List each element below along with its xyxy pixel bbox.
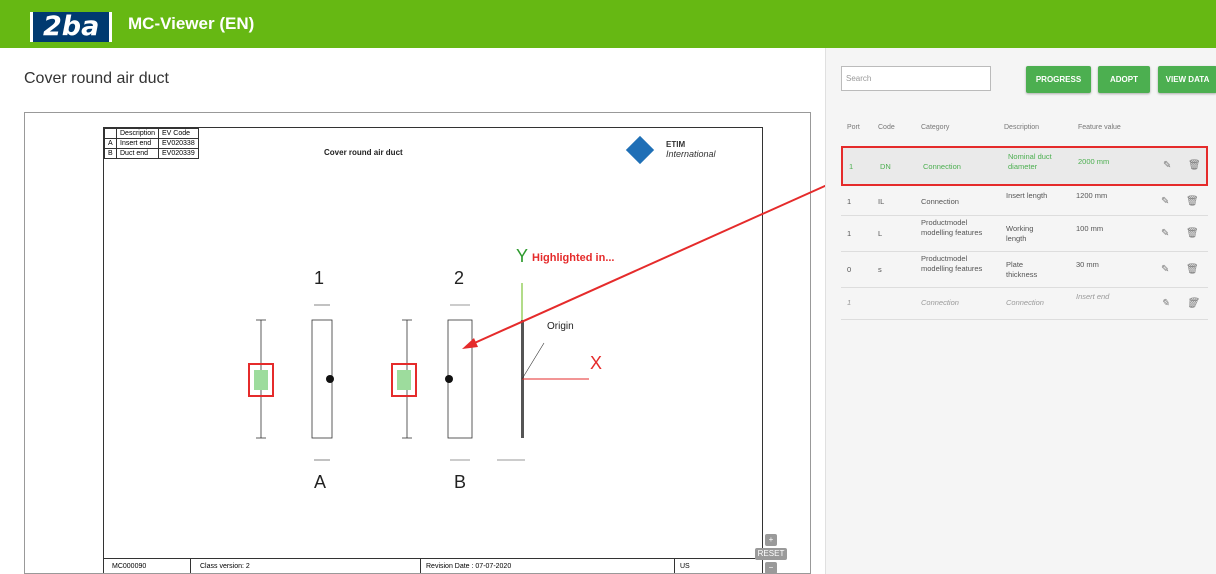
drawing-viewer[interactable]: Description EV Code A Insert end EV02033… [24, 112, 811, 574]
axis-x-label: X [590, 353, 603, 373]
cell-value: Insert end [1076, 292, 1110, 301]
cell-port: 0 [847, 265, 852, 274]
delete-icon[interactable]: 🗑 [1188, 160, 1201, 171]
app-title: MC-Viewer (EN) [128, 14, 255, 33]
cell-category: Connection [921, 197, 959, 206]
table-row[interactable]: 1 L Productmodel modelling features Work… [841, 216, 1208, 252]
footer-class-version: Class version: 2 [200, 563, 250, 570]
part-label-a: A [314, 472, 327, 492]
cell-port: 1 [849, 162, 854, 171]
table-row[interactable]: 1 IL Connection Insert length 1200 mm ✎ … [841, 188, 1208, 216]
delete-icon[interactable]: 🗑 [1186, 228, 1199, 239]
adopt-button[interactable]: ADOPT [1098, 66, 1150, 93]
cell-code: DN [880, 162, 891, 171]
brand-logo[interactable]: 2ba [30, 12, 113, 42]
col-feature-value[interactable]: Feature value [1078, 124, 1121, 131]
footer-code: MC000090 [112, 563, 147, 570]
table-row[interactable]: 0 s Productmodel modelling features Plat… [841, 252, 1208, 288]
cell-description: Nominal duct diameter [1008, 152, 1052, 171]
axis-y-label: Y [516, 246, 529, 266]
col-category[interactable]: Category [921, 124, 949, 131]
cell-port: 1 [847, 229, 852, 238]
delete-icon[interactable]: 🗑 [1186, 298, 1199, 309]
view-label-1: 1 [314, 268, 325, 288]
delete-icon[interactable]: 🗑 [1186, 264, 1199, 275]
cell-description: Working length [1006, 224, 1034, 243]
delete-icon[interactable]: 🗑 [1186, 196, 1199, 207]
app-header: 2ba MC-Viewer (EN) [0, 0, 1216, 48]
col-description[interactable]: Description [1004, 124, 1039, 131]
table-row-selected[interactable]: 1 DN Connection Nominal duct diameter 20… [841, 146, 1208, 186]
view-label-2: 2 [454, 268, 465, 288]
cell-description: Insert length [1006, 191, 1048, 200]
data-panel: Search PROGRESS ADOPT VIEW DATA Port Cod… [825, 48, 1216, 574]
search-input[interactable]: Search [841, 66, 991, 91]
zoom-out-button[interactable]: − [765, 562, 777, 574]
part-b-port-marker [397, 370, 411, 390]
cell-port: 1 [847, 298, 852, 307]
col-port[interactable]: Port [847, 124, 860, 131]
edit-icon[interactable]: ✎ [1161, 228, 1169, 239]
cell-category: Productmodel modelling features [921, 218, 983, 237]
cell-description: Plate thickness [1006, 260, 1038, 279]
col-code[interactable]: Code [878, 124, 895, 131]
edit-icon[interactable]: ✎ [1163, 160, 1171, 171]
footer-units: US [680, 563, 690, 570]
view-data-button[interactable]: VIEW DATA [1158, 66, 1216, 93]
cell-code: L [878, 229, 883, 238]
cell-value: 1200 mm [1076, 191, 1108, 200]
cell-code: IL [878, 197, 885, 206]
cell-description: Connection [1006, 298, 1044, 307]
cell-category: Productmodel modelling features [921, 254, 983, 273]
cell-value: 100 mm [1076, 224, 1104, 233]
page-title: Cover round air duct [24, 70, 169, 87]
edit-icon[interactable]: ✎ [1161, 264, 1169, 275]
cell-value: 2000 mm [1078, 157, 1110, 166]
edit-icon[interactable]: ✎ [1161, 298, 1169, 309]
part-label-b: B [454, 472, 467, 492]
sheet-footer: MC000090 Class version: 2 Revision Date … [104, 558, 764, 573]
drawing-sheet: Description EV Code A Insert end EV02033… [103, 127, 764, 573]
cell-code: s [878, 265, 882, 274]
cell-category: Connection [921, 298, 959, 307]
zoom-in-button[interactable]: + [765, 534, 777, 546]
part-a-port-marker [254, 370, 268, 390]
progress-button[interactable]: PROGRESS [1026, 66, 1091, 93]
technical-drawing [248, 283, 589, 461]
edit-icon[interactable]: ✎ [1161, 196, 1169, 207]
cell-port: 1 [847, 197, 852, 206]
cell-category: Connection [923, 162, 961, 171]
origin-label: Origin [547, 321, 574, 332]
cell-value: 30 mm [1076, 260, 1099, 269]
table-row[interactable]: 1 Connection Connection Insert end ✎ 🗑 [841, 288, 1208, 320]
footer-revision: Revision Date : 07-07-2020 [426, 563, 512, 570]
zoom-reset-button[interactable]: RESET [755, 548, 787, 560]
highlighted-label: Highlighted in... [532, 252, 615, 264]
